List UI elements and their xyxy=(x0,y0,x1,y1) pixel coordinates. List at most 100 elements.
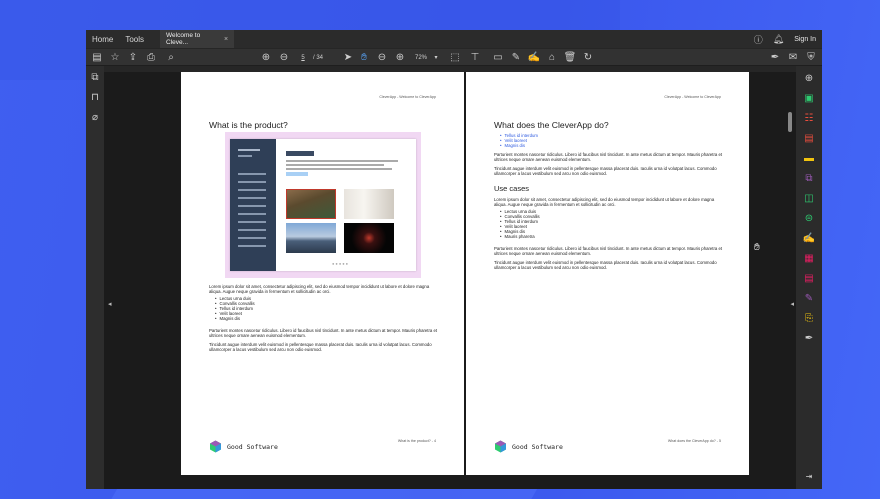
hand-tool-icon[interactable]: ✋︎ xyxy=(358,49,370,66)
screenshot-bar xyxy=(238,229,266,231)
current-page-field[interactable]: 5 xyxy=(298,49,308,66)
vertical-scrollbar[interactable] xyxy=(788,112,792,132)
attachment-icon[interactable]: ⌀ xyxy=(89,112,101,124)
screenshot-bar xyxy=(238,197,266,199)
highlight-icon[interactable]: ✎ xyxy=(510,49,522,66)
export-pdf-tool-icon[interactable]: ▤ xyxy=(802,132,816,146)
screenshot-line xyxy=(286,168,392,170)
good-software-logo-icon xyxy=(209,440,222,453)
link-item[interactable]: Magnis dis xyxy=(500,143,538,149)
menu-tools[interactable]: Tools xyxy=(119,35,150,44)
close-tab-icon[interactable]: × xyxy=(224,36,228,43)
screenshot-bar xyxy=(238,221,266,223)
screenshot-photo-forest xyxy=(286,189,336,219)
pages-thumbnail-icon[interactable]: ⧉ xyxy=(89,72,101,84)
more-tools-icon[interactable]: ✒ xyxy=(802,332,816,346)
document-canvas[interactable]: ◂ ◂ ✋︎ CleverApp - Welcome to CleverApp … xyxy=(104,66,796,489)
screenshot-heading xyxy=(286,151,314,156)
rotate-icon[interactable]: ↻ xyxy=(582,49,594,66)
screenshot-button xyxy=(286,172,308,176)
request-signature-tool-icon[interactable]: ▤ xyxy=(802,272,816,286)
collapse-right-pane-icon[interactable]: ◂ xyxy=(790,300,794,308)
comment-icon[interactable]: ▭ xyxy=(492,49,504,66)
pdf-page-left: CleverApp - Welcome to CleverApp What is… xyxy=(181,72,464,475)
create-pdf-icon[interactable]: ▤ xyxy=(90,49,104,66)
combine-files-tool-icon[interactable]: ☷ xyxy=(802,112,816,126)
print-icon[interactable]: ⎙ xyxy=(144,49,158,66)
link-list: Tellus id interdum Velit laoreet Magnis … xyxy=(500,133,538,149)
menu-home[interactable]: Home xyxy=(86,35,119,44)
collapse-tools-icon[interactable]: ⇥ xyxy=(802,470,816,484)
screenshot-bar xyxy=(238,205,266,207)
create-pdf-tool-icon[interactable]: ▣ xyxy=(802,92,816,106)
screenshot-photo-person xyxy=(344,189,394,219)
screenshot-line xyxy=(286,160,398,162)
bell-icon[interactable]: 🔔︎ xyxy=(773,34,784,45)
zoom-out-icon[interactable]: ⊖ xyxy=(376,49,388,66)
delete-icon[interactable]: 🗑︎ xyxy=(564,49,577,66)
list-item: Mauris pharetra xyxy=(500,234,540,240)
sign-in-button[interactable]: Sign In xyxy=(794,36,816,43)
protect-icon[interactable]: ⛨ xyxy=(804,49,818,66)
select-arrow-icon[interactable]: ➤ xyxy=(342,49,354,66)
compress-tool-icon[interactable]: ⊜ xyxy=(802,212,816,226)
page-down-icon[interactable]: ⊖ xyxy=(278,49,290,66)
zoom-level[interactable]: 72% xyxy=(412,49,430,66)
page-header: CleverApp - Welcome to CleverApp xyxy=(664,95,721,99)
expand-left-pane-icon[interactable]: ◂ xyxy=(108,300,112,308)
scan-tool-icon[interactable]: ◫ xyxy=(802,192,816,206)
page-header: CleverApp - Welcome to CleverApp xyxy=(379,95,436,99)
page-title: What is the product? xyxy=(209,120,288,130)
bullet-list: Lectus urna duis Convallis convallis Tel… xyxy=(500,209,540,240)
screenshot-photo-fireworks xyxy=(344,223,394,253)
paragraph: Tincidunt augue interdum velit euismod i… xyxy=(494,166,717,177)
paragraph: Parturient montes nascetur ridiculus. Li… xyxy=(494,152,723,163)
upload-cloud-icon[interactable]: ⇪ xyxy=(126,49,140,66)
email-icon[interactable]: ✉ xyxy=(786,49,800,66)
tag-icon[interactable]: ⌂ xyxy=(546,49,558,66)
search-icon[interactable]: ⌕ xyxy=(164,49,178,66)
page-footer: What is the product? - 4 xyxy=(397,439,436,443)
zoom-dropdown-icon[interactable]: ▾ xyxy=(432,49,440,66)
stamp-icon[interactable]: ⊤ xyxy=(468,49,482,66)
screenshot-sidebar xyxy=(230,139,276,271)
list-item: Magnis dis xyxy=(215,316,255,322)
screenshot-bar xyxy=(238,189,266,191)
right-tools-rail: ⊕ ▣ ☷ ▤ ▬ ⧉ ◫ ⊜ ✍ ▦ ▤ ✎ ⎘ ✒ ⇥ xyxy=(796,66,822,489)
company-name: Good Software xyxy=(227,442,278,451)
screenshot-bar xyxy=(238,181,266,183)
page-total: / 34 xyxy=(312,54,323,61)
menu-bar: Home Tools Welcome to Cleve... × ⓘ 🔔︎ Si… xyxy=(86,30,822,48)
organize-pages-tool-icon[interactable]: ⧉ xyxy=(802,172,816,186)
screenshot-bar xyxy=(238,213,266,215)
protect-tool-icon[interactable]: ⎘ xyxy=(802,312,816,326)
fill-sign-icon[interactable]: ✒ xyxy=(768,49,782,66)
zoom-in-icon[interactable]: ⊕ xyxy=(394,49,406,66)
screenshot-line xyxy=(286,164,384,166)
bookmark-star-icon[interactable]: ☆ xyxy=(108,49,122,66)
bookmark-icon[interactable]: ⊓ xyxy=(89,92,101,104)
fit-page-icon[interactable]: ⬚ xyxy=(448,49,462,66)
comment-tool-icon[interactable]: ▬ xyxy=(802,152,816,166)
document-tab-label: Welcome to Cleve... xyxy=(166,32,201,46)
help-icon[interactable]: ⓘ xyxy=(754,33,763,46)
fill-sign-tool-icon[interactable]: ✍ xyxy=(802,232,816,246)
pdf-reader-window: Home Tools Welcome to Cleve... × ⓘ 🔔︎ Si… xyxy=(86,30,822,489)
paragraph: Parturient montes nascetur ridiculus. Li… xyxy=(494,246,723,257)
paragraph: Parturient montes nascetur ridiculus. Li… xyxy=(209,328,438,339)
hand-cursor-icon: ✋︎ xyxy=(754,242,760,253)
product-screenshot: ●●●●● xyxy=(225,132,421,278)
send-for-signature-tool-icon[interactable]: ✎ xyxy=(802,292,816,306)
left-navigation-rail: ⧉ ⊓ ⌀ xyxy=(86,66,104,489)
screenshot-bar xyxy=(238,149,260,151)
screenshot-bar xyxy=(238,237,266,239)
company-logo: Good Software xyxy=(494,440,563,453)
document-tab[interactable]: Welcome to Cleve... × xyxy=(160,30,235,48)
page-up-icon[interactable]: ⊕ xyxy=(260,49,272,66)
bullet-list: Lectus urna duis Convallis convallis Tel… xyxy=(215,296,255,322)
draw-icon[interactable]: ✍ xyxy=(528,49,540,66)
edit-pdf-tool-icon[interactable]: ▦ xyxy=(802,252,816,266)
page-title: What does the CleverApp do? xyxy=(494,120,609,130)
paragraph: Lorem ipsum dolor sit amet, consectetur … xyxy=(494,197,715,208)
zoom-search-icon[interactable]: ⊕ xyxy=(802,72,816,86)
